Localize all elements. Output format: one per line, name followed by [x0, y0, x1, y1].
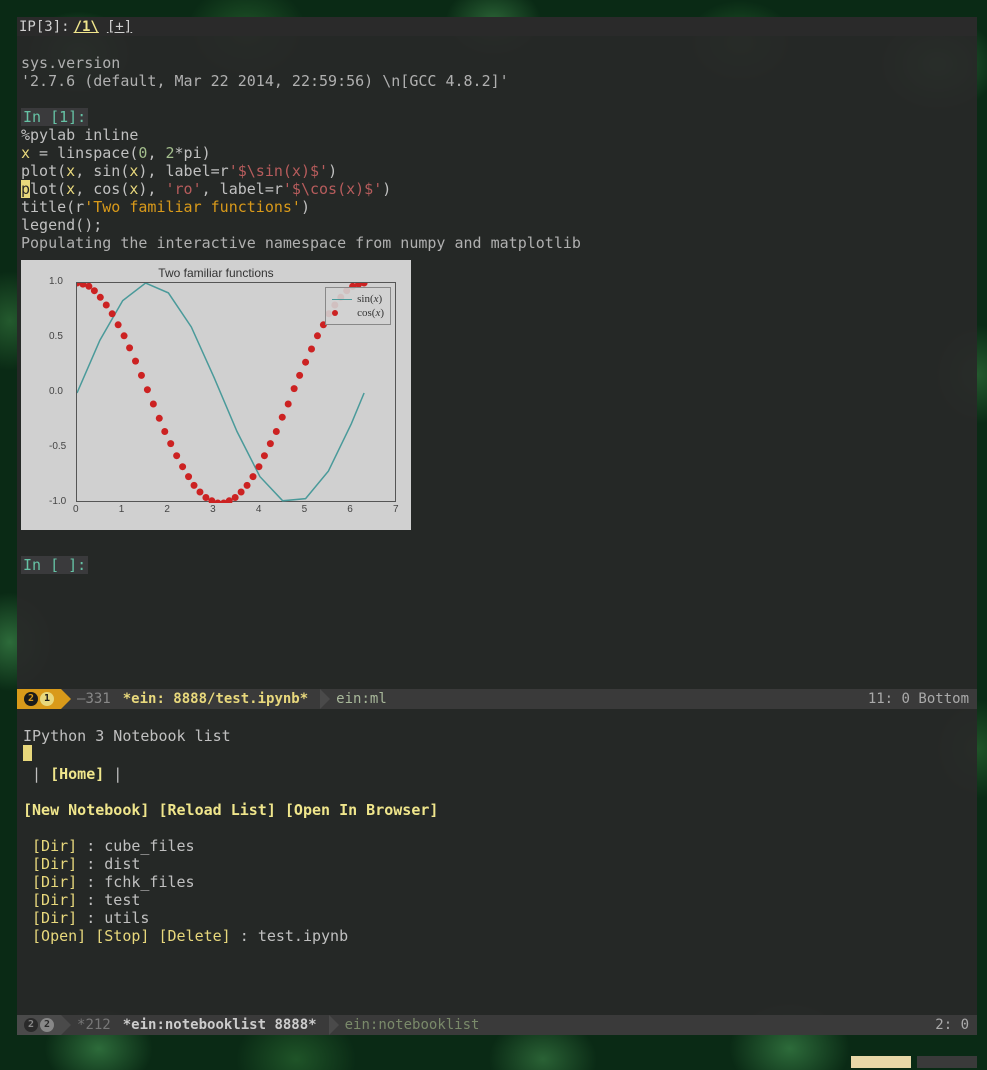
arrow-icon — [329, 1015, 339, 1035]
ml1-buffer[interactable]: *ein: 8888/test.ipynb* — [117, 689, 314, 709]
c1-l4a: lot( — [30, 180, 66, 198]
legend: sin(x) cos(x) — [325, 287, 391, 325]
chart-title: Two familiar functions — [21, 266, 411, 280]
emacs-frame: IP[3]: /1\ [+] sys.version '2.7.6 (defau… — [17, 17, 977, 1040]
arrow-icon — [320, 689, 330, 709]
c1-l1: %pylab inline — [21, 126, 138, 144]
legend-cos: cos(x) — [332, 307, 384, 319]
tray-widgets — [851, 1056, 977, 1068]
ml2-b2b: 2 — [40, 1018, 54, 1032]
modeline-top: 21 — 331 *ein: 8888/test.ipynb* ein:ml 1… — [17, 689, 977, 709]
new-notebook-button[interactable]: [New Notebook] — [23, 801, 149, 819]
ml2-right: 2: 0 — [935, 1017, 977, 1033]
c1-l3b: x — [66, 162, 75, 180]
ml2-buffer[interactable]: *ein:notebooklist 8888* — [117, 1015, 323, 1035]
ml1-mode: ein:ml — [330, 689, 393, 709]
file-name[interactable]: test.ipynb — [258, 927, 348, 945]
arrow-icon — [393, 689, 403, 709]
ml2-star: * 212 — [71, 1015, 117, 1035]
cell1-output: Populating the interactive namespace fro… — [21, 234, 581, 252]
dir-name[interactable]: fchk_files — [104, 873, 194, 891]
dir-tag[interactable]: [Dir] — [32, 909, 77, 927]
ml2-b2a: 2 — [24, 1018, 38, 1032]
delete-button[interactable]: [Delete] — [158, 927, 230, 945]
dir-tag[interactable]: [Dir] — [32, 837, 77, 855]
ml1-b1: 1 — [40, 692, 54, 706]
nblist-title: IPython 3 Notebook list — [23, 727, 231, 745]
notebook-buffer[interactable]: IP[3]: /1\ [+] sys.version '2.7.6 (defau… — [17, 17, 977, 689]
c1-l4e: ), — [138, 180, 165, 198]
cos-series — [77, 283, 368, 503]
ml2-badges: 22 — [17, 1015, 61, 1035]
tab-line: IP[3]: /1\ [+] — [17, 17, 977, 36]
dir-name[interactable]: utils — [104, 909, 149, 927]
dir-name[interactable]: dist — [104, 855, 140, 873]
c1-l4i: ) — [382, 180, 391, 198]
open-button[interactable]: [Open] — [32, 927, 86, 945]
ml2-mode: ein:notebooklist — [339, 1015, 486, 1035]
ml1-badges: 21 — [17, 689, 61, 709]
cell1-prompt: In [1]: — [21, 108, 88, 126]
c1-l2e: 2 — [166, 144, 175, 162]
cell0-output: '2.7.6 (default, Mar 22 2014, 22:59:56) … — [21, 72, 509, 90]
tab-active[interactable]: /1\ — [74, 19, 99, 35]
c1-l5c: ) — [301, 198, 310, 216]
notebooklist-buffer[interactable]: IPython 3 Notebook list | [Home] | [New … — [17, 709, 977, 1015]
cell2[interactable]: In [ ]: — [17, 538, 977, 592]
c1-l2a: x — [21, 144, 30, 162]
c1-l4c: , cos( — [75, 180, 129, 198]
arrow-icon — [61, 1015, 71, 1035]
c1-l6: legend(); — [21, 216, 102, 234]
home-link[interactable]: [Home] — [50, 765, 104, 783]
plot-area: sin(x) cos(x) — [76, 282, 396, 502]
c1-l3a: plot( — [21, 162, 66, 180]
c1-l3g: ) — [328, 162, 337, 180]
ml1-right: 11: 0 Bottom — [868, 691, 977, 707]
cell0-code: sys.version — [21, 54, 120, 72]
cell2-prompt: In [ ]: — [21, 556, 88, 574]
c1-l3e: ), label=r — [138, 162, 228, 180]
tab-add[interactable]: [+] — [107, 19, 132, 35]
c1-l4g: , label=r — [202, 180, 283, 198]
arrow-icon — [61, 689, 71, 709]
dir-name[interactable]: cube_files — [104, 837, 194, 855]
cursor — [23, 745, 32, 761]
dir-tag[interactable]: [Dir] — [32, 873, 77, 891]
c1-l5b: 'Two familiar functions' — [84, 198, 301, 216]
sin-series — [77, 283, 364, 501]
code-area[interactable]: sys.version '2.7.6 (default, Mar 22 2014… — [17, 36, 977, 252]
c1-l5a: title(r — [21, 198, 84, 216]
dir-tag[interactable]: [Dir] — [32, 891, 77, 909]
legend-sin: sin(x) — [332, 293, 384, 305]
tray-widget[interactable] — [917, 1056, 977, 1068]
c1-l2b: = linspace( — [30, 144, 138, 162]
c1-l4f: 'ro' — [166, 180, 202, 198]
c1-l4b: x — [66, 180, 75, 198]
c1-l4h: '$\cos(x)$' — [283, 180, 382, 198]
plot-output: Two familiar functions sin(x) cos(x) -1.… — [21, 260, 411, 530]
reload-list-button[interactable]: [Reload List] — [158, 801, 275, 819]
ml1-dash: — 331 — [71, 689, 117, 709]
modeline-bottom: 22 * 212 *ein:notebooklist 8888* ein:not… — [17, 1015, 977, 1035]
ml1-b2: 2 — [24, 692, 38, 706]
c1-l3c: , sin( — [75, 162, 129, 180]
dir-name[interactable]: test — [104, 891, 140, 909]
c1-l2d: , — [147, 144, 165, 162]
tray-widget[interactable] — [851, 1056, 911, 1068]
dir-tag[interactable]: [Dir] — [32, 855, 77, 873]
stop-button[interactable]: [Stop] — [95, 927, 149, 945]
c1-l2f: *pi) — [175, 144, 211, 162]
tab-prefix: IP[3]: — [19, 19, 70, 35]
cursor: p — [21, 180, 30, 198]
open-browser-button[interactable]: [Open In Browser] — [285, 801, 439, 819]
c1-l3f: '$\sin(x)$' — [229, 162, 328, 180]
